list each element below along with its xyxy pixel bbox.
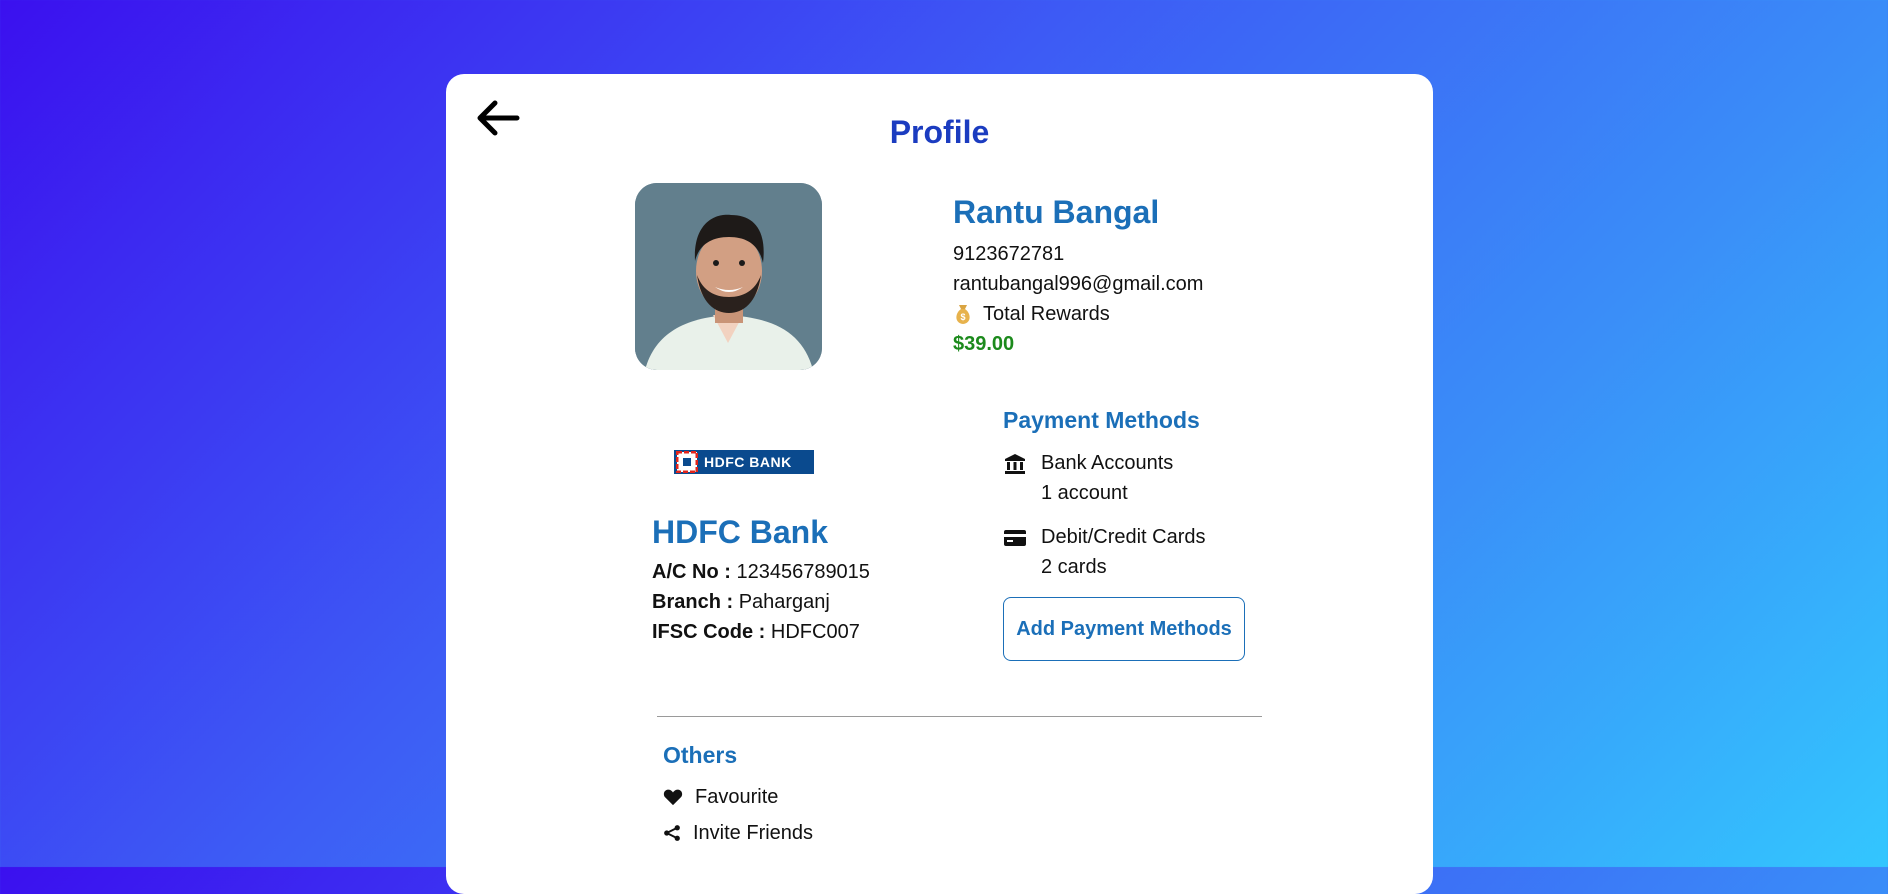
ifsc-code: IFSC Code : HDFC007 (652, 617, 870, 647)
credit-card-icon (1004, 530, 1026, 546)
payment-methods-title: Payment Methods (1003, 407, 1200, 433)
rewards-amount: $39.00 (953, 333, 1015, 355)
user-phone: 9123672781 (953, 243, 1065, 265)
bank-logo: HDFC BANK (674, 450, 814, 474)
bank-name: HDFC Bank (652, 514, 829, 550)
page-title: Profile (889, 114, 990, 150)
bank-logo-text: HDFC BANK (704, 454, 792, 470)
hdfc-logo-icon (676, 451, 698, 473)
account-label: A/C No : (652, 561, 731, 583)
others-title: Others (663, 742, 738, 768)
account-value: 123456789015 (736, 561, 870, 583)
ifsc-label: IFSC Code : (652, 621, 766, 643)
cards-item[interactable]: Debit/Credit Cards 2 cards (1003, 522, 1263, 582)
cards-count: 2 cards (1041, 556, 1107, 578)
add-payment-methods-button[interactable]: Add Payment Methods (1003, 597, 1245, 661)
branch: Branch : Paharganj (652, 587, 870, 617)
money-bag-icon: $ (956, 305, 970, 324)
account-number: A/C No : 123456789015 (652, 557, 870, 587)
heart-icon (663, 789, 683, 806)
user-info: Rantu Bangal 9123672781 rantubangal996@g… (953, 194, 1203, 359)
rewards-row: $ Total Rewards (953, 299, 1203, 329)
ifsc-value: HDFC007 (770, 621, 860, 643)
share-icon (664, 825, 680, 841)
rewards-label: Total Rewards (983, 303, 1110, 325)
divider (657, 716, 1262, 717)
branch-value: Paharganj (738, 591, 830, 613)
profile-card: Profile Rantu Bangal 9123672781 rantuban… (446, 74, 1433, 894)
others-section: Others Favourite Invite Friends (663, 742, 813, 851)
branch-label: Branch : (652, 591, 734, 613)
cards-label: Debit/Credit Cards (1041, 526, 1206, 548)
favourite-label: Favourite (695, 786, 779, 808)
user-email: rantubangal996@gmail.com (953, 273, 1204, 295)
invite-friends-item[interactable]: Invite Friends (663, 815, 813, 851)
payment-methods: Payment Methods Bank Accounts 1 account (1003, 407, 1263, 582)
user-name: Rantu Bangal (953, 194, 1160, 230)
bank-details: HDFC Bank A/C No : 123456789015 Branch :… (652, 514, 870, 647)
bank-icon (1005, 454, 1025, 474)
bank-accounts-item[interactable]: Bank Accounts 1 account (1003, 448, 1263, 508)
invite-friends-label: Invite Friends (693, 822, 814, 844)
bank-accounts-label: Bank Accounts (1041, 452, 1174, 474)
bank-accounts-count: 1 account (1041, 482, 1128, 504)
favourite-item[interactable]: Favourite (663, 779, 813, 815)
avatar (635, 183, 822, 370)
svg-text:$: $ (960, 312, 965, 322)
